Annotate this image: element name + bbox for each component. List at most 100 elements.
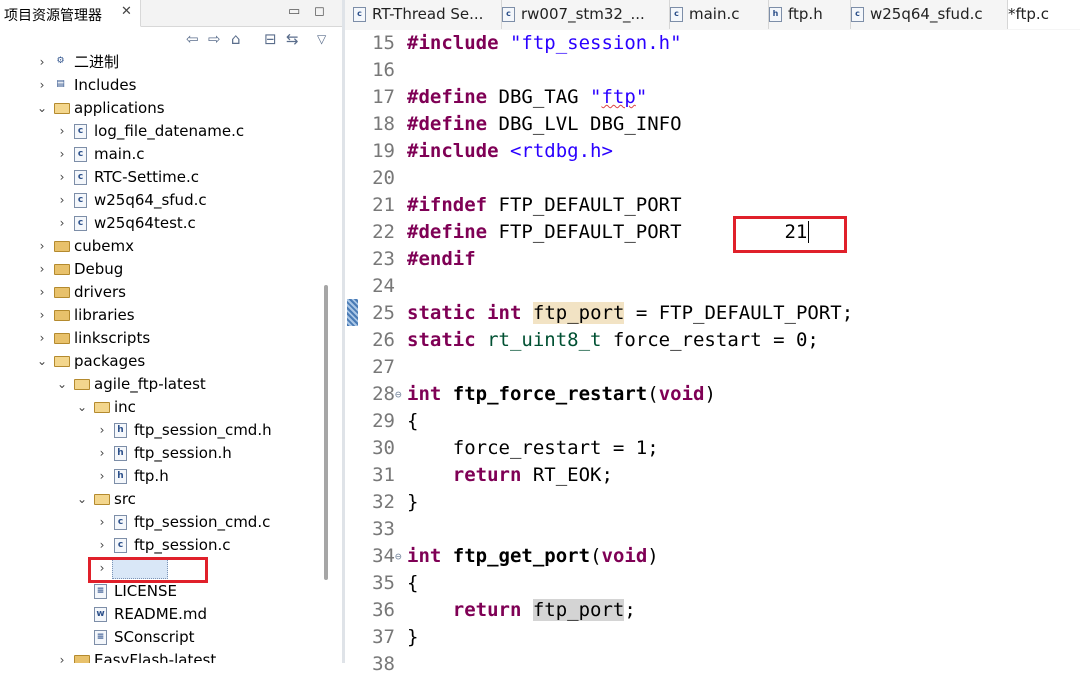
chevron-right-icon[interactable]: › (36, 281, 48, 304)
tree-scrollbar-thumb[interactable] (324, 285, 328, 580)
text-file-icon: ≡ (94, 630, 107, 645)
tree-item[interactable]: › ▤ Includes (0, 74, 320, 97)
chevron-right-icon[interactable]: › (36, 327, 48, 350)
code-line[interactable]: 26 static rt_uint8_t force_restart = 0; (345, 327, 1080, 354)
view-menu-icon[interactable]: ▽ (317, 32, 326, 46)
tree-item[interactable]: w README.md (0, 603, 320, 626)
code-line[interactable]: 18 #define DBG_LVL DBG_INFO (345, 111, 1080, 138)
chevron-right-icon[interactable]: › (56, 166, 68, 189)
code-line[interactable]: 15 #include "ftp_session.h" (345, 30, 1080, 57)
tree-item[interactable]: › c w25q64test.c (0, 212, 320, 235)
folder-icon (54, 310, 70, 321)
tree-item[interactable]: › EasyFlash-latest (0, 649, 320, 663)
tree-item[interactable]: › c ftp_session_cmd.c (0, 511, 320, 534)
chevron-right-icon[interactable]: › (96, 442, 108, 465)
tree-item[interactable]: ≡ LICENSE (0, 580, 320, 603)
tree-item[interactable]: ⌄ applications (0, 97, 320, 120)
tree-item[interactable]: › c log_file_datename.c (0, 120, 320, 143)
code-line[interactable]: 23 #endif (345, 246, 1080, 273)
close-icon[interactable]: ✕ (121, 4, 132, 19)
code-text: #endif (407, 248, 476, 270)
code-line[interactable]: 16 (345, 57, 1080, 84)
code-line[interactable]: 36 return ftp_port; (345, 597, 1080, 624)
tree-item[interactable]: › drivers (0, 281, 320, 304)
tree-item[interactable]: › ⚙ 二进制 (0, 51, 320, 74)
editor-tab[interactable]: c RT-Thread Se... (353, 0, 502, 29)
code-line[interactable]: 38 (345, 651, 1080, 678)
collapse-all-icon[interactable]: ⊟ (264, 30, 277, 48)
chevron-right-icon[interactable]: › (96, 534, 108, 557)
code-line[interactable]: 33 (345, 516, 1080, 543)
chevron-right-icon[interactable]: › (96, 419, 108, 442)
code-line[interactable]: 35 { (345, 570, 1080, 597)
chevron-down-icon[interactable]: ⌄ (76, 396, 88, 419)
tree-item[interactable]: ⌄ agile_ftp-latest (0, 373, 320, 396)
editor-tab-label: ftp.h (788, 5, 823, 23)
chevron-down-icon[interactable]: ⌄ (36, 97, 48, 120)
editor-tab[interactable]: *ftp.c (1008, 0, 1080, 29)
tree-item[interactable]: › cubemx (0, 235, 320, 258)
code-line[interactable]: 24 (345, 273, 1080, 300)
code-line[interactable]: 31 return RT_EOK; (345, 462, 1080, 489)
code-line[interactable]: 27 (345, 354, 1080, 381)
chevron-right-icon[interactable]: › (36, 258, 48, 281)
chevron-right-icon[interactable]: › (96, 511, 108, 534)
code-line[interactable]: 25 static int ftp_port = FTP_DEFAULT_PORT… (345, 300, 1080, 327)
chevron-right-icon[interactable]: › (36, 74, 48, 97)
chevron-right-icon[interactable]: › (36, 304, 48, 327)
chevron-right-icon[interactable]: › (36, 235, 48, 258)
code-line[interactable]: 22 #define FTP_DEFAULT_PORT 21 (345, 219, 1080, 246)
chevron-right-icon[interactable]: › (56, 189, 68, 212)
code-line[interactable]: 21 #ifndef FTP_DEFAULT_PORT (345, 192, 1080, 219)
editor-tab[interactable]: h ftp.h (769, 0, 851, 29)
code-line[interactable]: 30 force_restart = 1; (345, 435, 1080, 462)
editor-tab[interactable]: c w25q64_sfud.c (851, 0, 1008, 29)
tree-item[interactable]: › c main.c (0, 143, 320, 166)
project-explorer: 项目资源管理器 ✕ ▭ ◻ ⇦ ⇨ ⌂ ⊟ ⇆ ▽ › ⚙ 二进制 › ▤ Include… (0, 0, 342, 663)
back-icon[interactable]: ⇦ (186, 30, 199, 48)
chevron-down-icon[interactable]: ⌄ (56, 373, 68, 396)
tree-item[interactable]: ≡ SConscript (0, 626, 320, 649)
tree-item[interactable]: › h ftp_session.h (0, 442, 320, 465)
editor-tab[interactable]: c main.c (670, 0, 769, 29)
home-icon[interactable]: ⌂ (231, 30, 241, 48)
editor-tab[interactable]: c rw007_stm32_... (502, 0, 670, 29)
fold-toggle-icon[interactable]: ⊖ (395, 543, 402, 570)
code-editor[interactable]: 15 #include "ftp_session.h" 16 17 #define DB… (345, 30, 1080, 675)
chevron-right-icon[interactable]: › (56, 649, 68, 663)
chevron-right-icon[interactable]: › (56, 212, 68, 235)
code-line[interactable]: 17 #define DBG_TAG "ftp" (345, 84, 1080, 111)
tree-item[interactable]: ⌄ inc (0, 396, 320, 419)
tree-item[interactable]: ⌄ src (0, 488, 320, 511)
chevron-down-icon[interactable]: ⌄ (36, 350, 48, 373)
code-text: #ifndef FTP_DEFAULT_PORT (407, 194, 682, 216)
minimize-icon[interactable]: ▭ (288, 4, 300, 19)
tree-item[interactable]: › h ftp_session_cmd.h (0, 419, 320, 442)
tree-item[interactable]: › c ftp_session.c (0, 534, 320, 557)
chevron-right-icon[interactable]: › (56, 120, 68, 143)
tree-item[interactable]: › Debug (0, 258, 320, 281)
tree-item[interactable]: ⌄ packages (0, 350, 320, 373)
code-line[interactable]: 34 ⊖ int ftp_get_port(void) (345, 543, 1080, 570)
tree-item[interactable]: › c RTC-Settime.c (0, 166, 320, 189)
tree-item[interactable]: › libraries (0, 304, 320, 327)
chevron-down-icon[interactable]: ⌄ (76, 488, 88, 511)
chevron-right-icon[interactable]: › (56, 143, 68, 166)
tree-item[interactable]: › linkscripts (0, 327, 320, 350)
tree-item[interactable]: › h ftp.h (0, 465, 320, 488)
explorer-view-tab[interactable]: 项目资源管理器 ✕ (0, 0, 141, 27)
tree-item[interactable]: › c w25q64_sfud.c (0, 189, 320, 212)
code-line[interactable]: 19 #include <rtdbg.h> (345, 138, 1080, 165)
code-line[interactable]: 37} (345, 624, 1080, 651)
code-line[interactable]: 20 (345, 165, 1080, 192)
forward-icon[interactable]: ⇨ (208, 30, 221, 48)
code-line[interactable]: 29 { (345, 408, 1080, 435)
chevron-right-icon[interactable]: › (36, 51, 48, 74)
maximize-icon[interactable]: ◻ (314, 4, 325, 19)
code-line[interactable]: 28 ⊖ int ftp_force_restart(void) (345, 381, 1080, 408)
link-editor-icon[interactable]: ⇆ (286, 30, 299, 48)
fold-toggle-icon[interactable]: ⊖ (395, 381, 402, 408)
code-line[interactable]: 32} (345, 489, 1080, 516)
line-number: 27 (372, 356, 395, 378)
chevron-right-icon[interactable]: › (96, 465, 108, 488)
